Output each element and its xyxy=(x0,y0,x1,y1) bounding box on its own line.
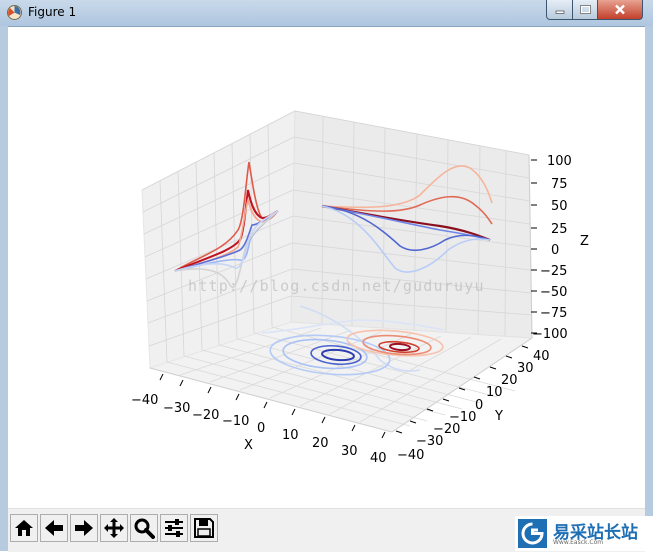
pan-button[interactable] xyxy=(100,514,128,542)
home-icon xyxy=(15,520,33,536)
window-title: Figure 1 xyxy=(28,5,77,19)
x-axis-label: X xyxy=(244,438,253,453)
y-tick-label: 20 xyxy=(501,373,518,388)
plot-3d[interactable]: 100 75 50 25 0 −25 −50 −75 −100 Z −40 −3… xyxy=(8,27,645,508)
z-tick-label: 0 xyxy=(551,243,559,258)
y-tick-label: 40 xyxy=(533,349,550,364)
x-tick-label: 40 xyxy=(370,451,387,466)
z-tick-label: 75 xyxy=(551,177,568,192)
x-tick-label: 20 xyxy=(312,436,329,451)
z-axis: 100 75 50 25 0 −25 −50 −75 −100 Z xyxy=(528,154,589,342)
x-tick-label: 0 xyxy=(257,421,265,436)
maximize-icon xyxy=(580,4,591,14)
window-frame-left xyxy=(0,26,8,551)
x-tick-label: −40 xyxy=(131,393,158,408)
window-titlebar[interactable]: Figure 1 xyxy=(0,0,653,27)
minimize-button[interactable] xyxy=(546,0,574,20)
x-tick-label: −20 xyxy=(192,408,219,423)
y-tick-label: −40 xyxy=(397,448,424,463)
subplots-icon xyxy=(165,519,183,537)
z-tick-label: 100 xyxy=(547,154,572,169)
back-icon xyxy=(45,520,63,536)
minimize-icon xyxy=(555,10,565,14)
home-button[interactable] xyxy=(10,514,38,542)
forward-icon xyxy=(75,520,93,536)
watermark-text: http://blog.csdn.net/guduruyu xyxy=(188,277,485,295)
pan-icon xyxy=(104,518,124,538)
configure-subplots-button[interactable] xyxy=(160,514,188,542)
z-tick-label: −50 xyxy=(540,285,567,300)
z-axis-label: Z xyxy=(580,234,589,249)
y-tick-label: 30 xyxy=(517,361,534,376)
z-tick-label: −25 xyxy=(540,264,567,279)
z-tick-label: −100 xyxy=(532,327,568,342)
x-tick-label: 30 xyxy=(341,444,358,459)
site-logo-url: Www.Easck.Com xyxy=(553,539,604,546)
z-tick-label: −75 xyxy=(540,306,567,321)
close-button[interactable] xyxy=(597,0,643,20)
y-tick-label: −10 xyxy=(449,410,476,425)
zoom-icon xyxy=(134,518,155,539)
z-tick-label: 50 xyxy=(551,199,568,214)
save-icon xyxy=(194,518,214,538)
site-logo-icon xyxy=(518,519,547,548)
maximize-button[interactable] xyxy=(572,0,599,20)
back-button[interactable] xyxy=(40,514,68,542)
x-tick-label: 10 xyxy=(282,428,299,443)
site-logo: 易采站长站 Www.Easck.Com xyxy=(515,516,653,551)
y-tick-label: 0 xyxy=(475,398,483,413)
window-frame-right xyxy=(645,26,653,551)
z-tick-label: 25 xyxy=(551,222,568,237)
figure-canvas[interactable]: 100 75 50 25 0 −25 −50 −75 −100 Z −40 −3… xyxy=(8,27,645,508)
x-tick-label: −10 xyxy=(222,414,249,429)
zoom-button[interactable] xyxy=(130,514,158,542)
close-icon xyxy=(615,4,625,15)
x-tick-label: −30 xyxy=(163,401,190,416)
app-icon xyxy=(7,5,22,20)
forward-button[interactable] xyxy=(70,514,98,542)
save-button[interactable] xyxy=(190,514,218,542)
y-axis-label: Y xyxy=(494,409,503,424)
